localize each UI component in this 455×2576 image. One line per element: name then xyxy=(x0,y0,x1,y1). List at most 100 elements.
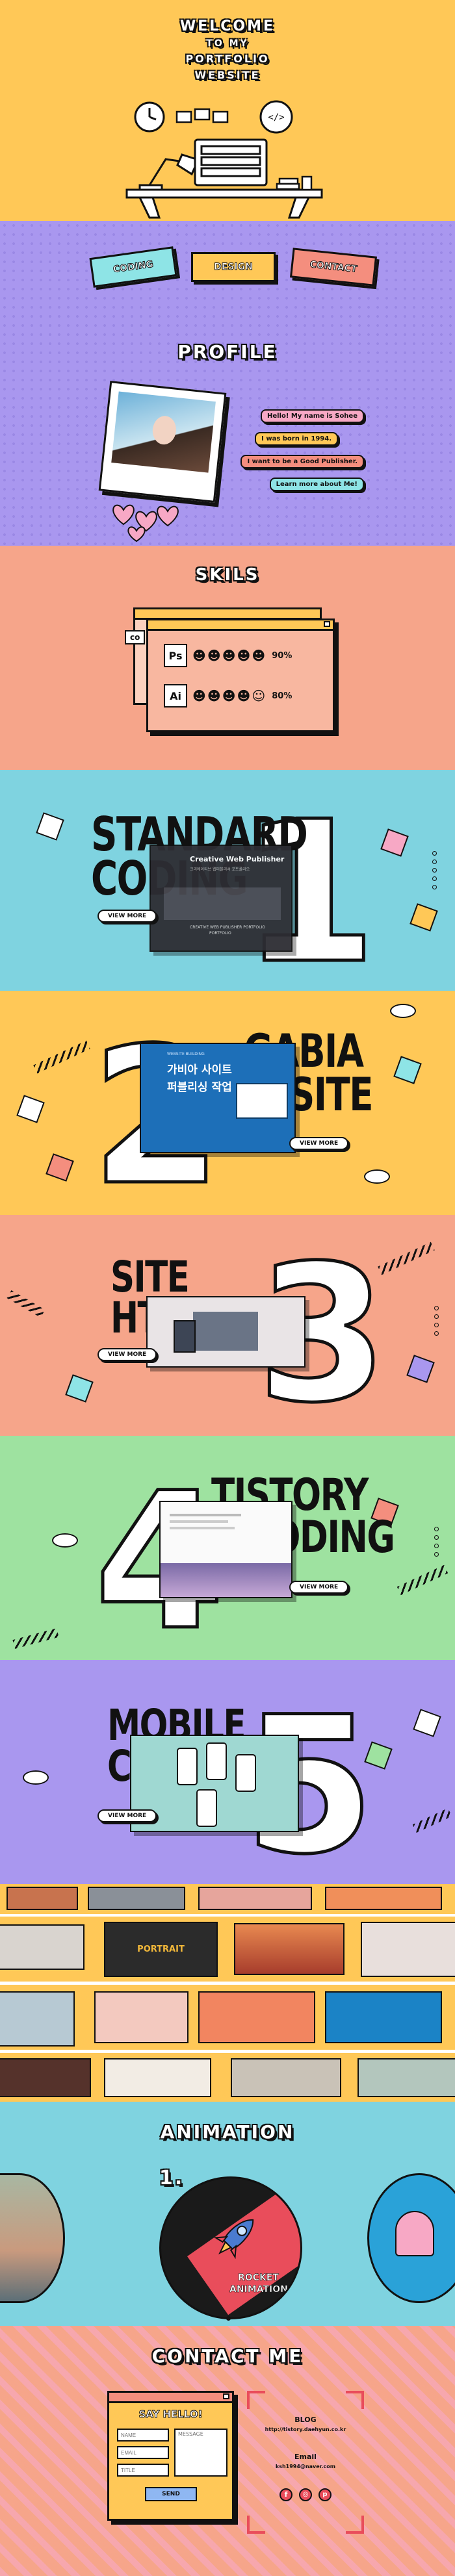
ring-shape xyxy=(390,1004,416,1018)
project-3-section: 3 SITE HTML5 VIEW MORE xyxy=(0,1215,455,1436)
design-gallery: PORTRAIT xyxy=(0,1884,455,2102)
nav-tickets: CODING DESIGN CONTACT xyxy=(89,246,378,288)
animation-section: ANIMATION 1. ROCKET ANIMATION xyxy=(0,2102,455,2326)
rocket-icon xyxy=(213,2219,254,2260)
hearts-icon xyxy=(112,504,179,542)
pinterest-icon[interactable]: p xyxy=(318,2488,332,2501)
lamp-icon xyxy=(138,153,200,192)
nav-contact-button[interactable]: CONTACT xyxy=(289,248,378,287)
animation-preview-right xyxy=(367,2173,455,2303)
skill-row-ai: Ai ☻☻☻☻☺ 80% xyxy=(164,684,333,708)
carousel-dot[interactable] xyxy=(226,2316,231,2321)
cube-shape xyxy=(65,1374,94,1403)
cube-shape xyxy=(406,1355,435,1383)
desk-illustration: </> xyxy=(125,100,323,219)
animation-card[interactable]: ROCKET ANIMATION xyxy=(159,2176,302,2319)
project-1-section: 1 STANDARD CODING Creative Web Publisher… xyxy=(0,770,455,991)
gallery-row xyxy=(0,2053,455,2102)
close-icon[interactable] xyxy=(223,2393,229,2399)
view-more-button[interactable]: VIEW MORE xyxy=(289,1581,349,1594)
cube-shape xyxy=(410,903,438,932)
skills-window: Ps ☻☻☻☻☻ 90% Ai ☻☻☻☻☺ 80% xyxy=(146,618,335,732)
zigzag-decoration xyxy=(412,1807,452,1833)
gallery-row xyxy=(0,1985,455,2050)
frames-icon xyxy=(176,108,229,123)
blog-label: BLOG xyxy=(294,2416,317,2424)
email-link[interactable]: ksh1994@naver.com xyxy=(247,2464,364,2469)
zigzag-decoration xyxy=(33,1040,90,1074)
title-field[interactable] xyxy=(117,2464,169,2477)
skill-percent: 80% xyxy=(272,691,292,701)
books-icon xyxy=(276,175,313,191)
nav-design-button[interactable]: DESIGN xyxy=(191,252,276,282)
cube-shape xyxy=(393,1056,422,1084)
close-icon[interactable] xyxy=(324,621,330,627)
skill-percent: 90% xyxy=(272,650,292,661)
computer-icon xyxy=(194,138,268,186)
avatar xyxy=(111,391,216,473)
form-title: SAY HELLO! xyxy=(138,2408,203,2421)
view-more-button[interactable]: VIEW MORE xyxy=(98,910,157,923)
skill-row-ps: Ps ☻☻☻☻☻ 90% xyxy=(164,644,333,667)
hero-section: WELCOME TO MY PORTFOLIO WEBSITE </> xyxy=(0,0,455,221)
window-titlebar xyxy=(148,620,333,631)
portrait-card[interactable]: PORTRAIT xyxy=(104,1922,218,1977)
project-screenshot[interactable] xyxy=(159,1501,292,1598)
send-button[interactable]: SEND xyxy=(145,2487,197,2501)
skill-rating: ☻☻☻☻☻ xyxy=(192,648,267,663)
cube-shape xyxy=(36,812,64,841)
bubble-born: I was born in 1994. xyxy=(255,432,338,446)
cube-shape xyxy=(380,828,409,857)
social-icons: f ◎ p xyxy=(247,2488,364,2501)
project-screenshot[interactable]: Creative Web Publisher 크리에이티브 웹퍼블리셔 포트폴리… xyxy=(150,845,292,952)
animation-title: ANIMATION xyxy=(160,2121,295,2143)
zigzag-decoration xyxy=(12,1628,59,1649)
gallery-row xyxy=(0,1884,455,1914)
clock-icon xyxy=(134,101,165,133)
name-field[interactable] xyxy=(117,2429,169,2442)
cube-shape xyxy=(413,1709,441,1737)
profile-title: PROFILE xyxy=(177,341,278,363)
message-field[interactable] xyxy=(174,2429,228,2477)
desk-icon xyxy=(125,188,323,219)
skills-title: SKILS xyxy=(195,565,260,585)
illustrator-icon: Ai xyxy=(164,684,187,708)
view-more-button[interactable]: VIEW MORE xyxy=(98,1809,157,1822)
nav-coding-button[interactable]: CODING xyxy=(89,246,177,288)
contact-section: CONTACT ME SAY HELLO! SEND BLOG http://t… xyxy=(0,2326,455,2576)
view-more-button[interactable]: VIEW MORE xyxy=(98,1348,157,1361)
svg-text:</>: </> xyxy=(268,112,284,123)
instagram-icon[interactable]: ◎ xyxy=(299,2488,312,2501)
project-4-section: 4 TISTORY CODING VIEW MORE xyxy=(0,1436,455,1660)
window-titlebar xyxy=(109,2393,232,2403)
cube-shape xyxy=(16,1095,45,1123)
animation-preview-left xyxy=(0,2173,65,2303)
blog-link[interactable]: http://tistory.daehyun.co.kr xyxy=(247,2427,364,2432)
facebook-icon[interactable]: f xyxy=(280,2488,292,2501)
email-label: Email xyxy=(294,2453,317,2461)
photoshop-icon: Ps xyxy=(164,644,187,667)
email-field[interactable] xyxy=(117,2446,169,2459)
view-more-button[interactable]: VIEW MORE xyxy=(289,1137,349,1150)
profile-photo xyxy=(98,381,227,503)
project-screenshot[interactable]: WEBSITE BUILDING 가비아 사이트 퍼블리싱 작업 xyxy=(140,1043,296,1153)
nav-section: CODING DESIGN CONTACT PROFILE Hello! My … xyxy=(0,221,455,546)
profile-bubbles: Hello! My name is Sohee I was born in 19… xyxy=(228,409,364,491)
contact-title: CONTACT ME xyxy=(151,2345,304,2367)
zigzag-decoration xyxy=(6,1290,46,1318)
gallery-row: PORTRAIT xyxy=(0,1917,455,1982)
project-screenshot[interactable] xyxy=(146,1296,306,1368)
ring-shape xyxy=(364,1169,390,1184)
animation-number: 1. xyxy=(159,2167,185,2189)
dots-decoration xyxy=(434,1306,439,1336)
contact-form-window: SAY HELLO! SEND xyxy=(107,2391,234,2521)
bubble-name: Hello! My name is Sohee xyxy=(260,409,364,423)
project-5-section: 5 MOBILE CODING VIEW MORE xyxy=(0,1660,455,1884)
zigzag-decoration xyxy=(396,1564,448,1596)
learn-more-link[interactable]: Learn more about Me! xyxy=(269,478,364,491)
ring-shape xyxy=(52,1533,78,1548)
skill-rating: ☻☻☻☻☺ xyxy=(192,688,267,704)
bubble-goal: I want to be a Good Publisher. xyxy=(240,455,364,468)
contact-info: BLOG http://tistory.daehyun.co.kr Email … xyxy=(247,2391,364,2534)
skills-section: SKILS co Ps ☻☻☻☻☻ 90% Ai ☻☻☻☻☺ 80% xyxy=(0,546,455,770)
